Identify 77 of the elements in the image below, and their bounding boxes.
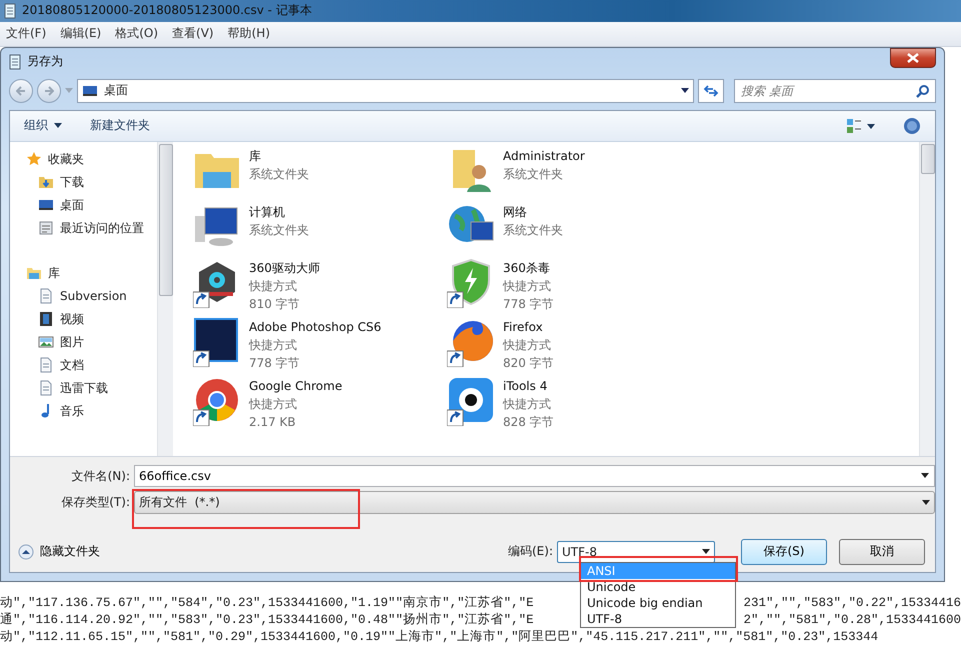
picture-icon: [38, 334, 54, 350]
filename-field[interactable]: 66office.csv: [134, 465, 935, 488]
address-bar[interactable]: 桌面: [77, 78, 694, 103]
nav-item[interactable]: 库: [26, 262, 157, 285]
caret-icon: [702, 549, 710, 554]
file-item[interactable]: Administrator 系统文件夹: [447, 146, 701, 198]
hide-folders-button[interactable]: 隐藏文件夹: [18, 543, 100, 560]
menu-item[interactable]: 帮助(H): [228, 25, 270, 42]
nav-item[interactable]: 文档: [26, 354, 157, 377]
scrollbar[interactable]: [919, 142, 935, 456]
nav-item[interactable]: 最近访问的位置: [26, 216, 157, 240]
star-icon: [26, 151, 42, 168]
text-line: 2","","581","0.28",1533441600: [743, 612, 961, 629]
toolbar-button[interactable]: 组织: [24, 115, 62, 136]
document-icon: [38, 357, 54, 374]
field-label: 编码(E):: [508, 543, 553, 560]
film-icon: [38, 311, 54, 328]
nav-item[interactable]: 迅雷下载: [26, 376, 157, 400]
text-line: 通","116.114.20.92","","583","0.23",1533441600,"0.48""扬州市","江苏省","E: [0, 612, 534, 629]
dialog-button[interactable]: 保存(S): [741, 538, 827, 565]
back-button[interactable]: [9, 78, 33, 103]
forward-arrow-icon: [44, 86, 54, 96]
encoding-dropdown[interactable]: UTF-8: [557, 540, 715, 563]
nav-item[interactable]: 下载: [26, 170, 157, 194]
field-label: 保存类型(T):: [60, 494, 131, 511]
save-type-dropdown[interactable]: 所有文件 (*.*): [134, 490, 935, 514]
menu-item[interactable]: 格式(O): [115, 25, 158, 42]
nav-item[interactable]: 视频: [26, 308, 157, 331]
caret-icon: [921, 473, 929, 478]
nav-item[interactable]: 收藏夹: [26, 148, 157, 171]
file-item[interactable]: 网络 系统文件夹: [447, 202, 701, 254]
text-line: 动","112.11.65.15","","581","0.29",1533441600,"0.19""上海市","上海市","阿里巴巴","45.115.217.211","","581","0.23",153344: [0, 629, 878, 646]
menu-item[interactable]: 文件(F): [6, 25, 46, 42]
toolbar-button[interactable]: 新建文件夹: [90, 115, 150, 136]
dialog-button[interactable]: 取消: [839, 538, 925, 565]
nav-item[interactable]: 音乐: [26, 400, 157, 423]
notepad-icon: [9, 54, 21, 70]
file-item[interactable]: 360杀毒 快捷方式 778 字节: [447, 258, 701, 313]
refresh-arrows-icon: [703, 84, 719, 98]
caret-icon: [922, 500, 930, 505]
view-options-icon: [847, 118, 875, 134]
search-field[interactable]: 搜索 桌面: [734, 78, 936, 103]
text-line: 动","117.136.75.67","","584","0.23",1533441600,"1.19""南京市","江苏省","E: [0, 595, 534, 612]
menu-item[interactable]: 查看(V): [172, 25, 214, 42]
recent-places-icon: [38, 220, 54, 236]
file-item[interactable]: Adobe Photoshop CS6 快捷方式 778 字节: [193, 316, 447, 372]
file-item[interactable]: Firefox 快捷方式 820 字节: [447, 316, 701, 372]
breadcrumb[interactable]: 桌面: [104, 82, 675, 100]
nav-item[interactable]: Subversion: [26, 284, 157, 308]
collapse-icon: [18, 544, 34, 560]
window-title: 20180805120000-20180805123000.csv - 记事本: [22, 2, 312, 20]
file-item[interactable]: 库 系统文件夹: [193, 146, 447, 198]
document-icon: [38, 380, 54, 396]
menu-item[interactable]: 编辑(E): [60, 25, 102, 42]
file-item[interactable]: iTools 4 快捷方式 828 字节: [447, 376, 701, 431]
field-label: 文件名(N):: [70, 468, 131, 485]
document-icon: [38, 288, 54, 304]
caret-icon: [65, 88, 73, 94]
file-item[interactable]: 计算机 系统文件夹: [193, 202, 447, 254]
caret-icon: [54, 123, 62, 128]
refresh-button[interactable]: [698, 78, 724, 103]
search-icon: [916, 84, 930, 98]
close-button[interactable]: [890, 48, 936, 68]
dialog-title: 另存为: [27, 53, 64, 70]
file-item[interactable]: 360驱动大师 快捷方式 810 字节: [193, 258, 447, 313]
download-folder-icon: [38, 174, 54, 190]
notepad-icon: [4, 2, 16, 19]
file-item[interactable]: Google Chrome 快捷方式 2.17 KB: [193, 376, 447, 431]
back-arrow-icon: [16, 86, 26, 96]
library-icon: [26, 265, 42, 282]
nav-item[interactable]: 桌面: [26, 194, 157, 217]
scrollbar[interactable]: [157, 142, 173, 456]
text-line: 231","","583","0.22",15334416: [743, 595, 961, 612]
close-icon: [907, 52, 919, 63]
forward-button[interactable]: [37, 78, 61, 103]
caret-icon: [681, 88, 689, 94]
nav-item[interactable]: 图片: [26, 330, 157, 354]
